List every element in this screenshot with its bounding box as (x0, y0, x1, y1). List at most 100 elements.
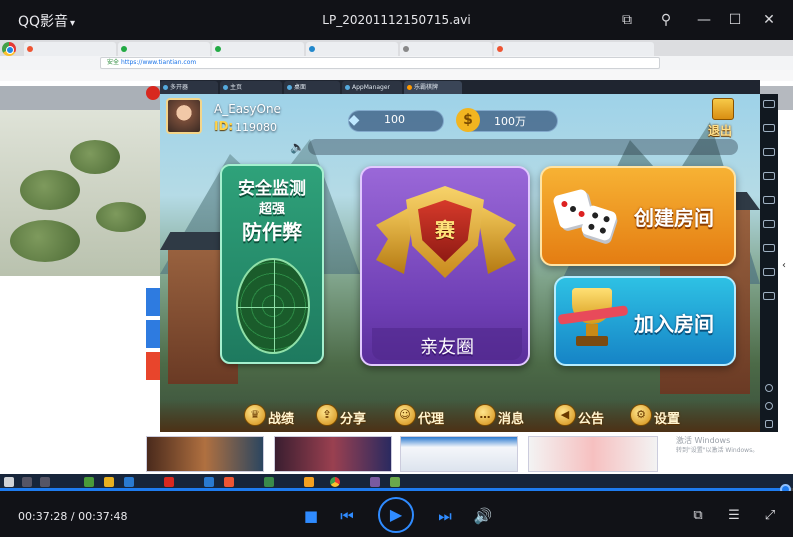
join-room-button[interactable]: 加入房间 (554, 276, 736, 366)
browser-tab[interactable] (24, 42, 116, 56)
stop-button[interactable]: ■ (300, 505, 322, 527)
message-icon: … (474, 404, 496, 426)
create-room-button[interactable]: 创建房间 (540, 166, 736, 266)
exit-button[interactable]: 退出 (708, 98, 738, 138)
radar-icon (236, 258, 310, 354)
close-button[interactable]: ✕ (759, 10, 779, 30)
qq-player-window: QQ影音▾ LP_20201112150715.avi ⧉ ⚲ — ☐ ✕ ‹ … (0, 0, 793, 537)
home-icon[interactable] (765, 402, 773, 410)
taskbar-app-icon[interactable] (84, 477, 94, 487)
emulator-window: 多开器 主页 桌面 AppManager 乐霸棋牌 A_EasyOne ID: … (160, 80, 760, 432)
browser-tab[interactable] (118, 42, 210, 56)
keyboard-icon[interactable] (763, 100, 775, 108)
trophy-base (576, 336, 608, 346)
settings-sliders-icon[interactable]: ☰ (724, 506, 744, 526)
side-button[interactable] (146, 288, 160, 316)
minimize-button[interactable]: — (694, 10, 714, 30)
browser-tab[interactable] (494, 42, 654, 56)
trophy-icon: ♛ (244, 404, 266, 426)
recents-icon[interactable] (765, 420, 773, 428)
taskbar-app-icon[interactable] (104, 477, 114, 487)
back-icon[interactable] (765, 384, 773, 392)
emulator-tab[interactable]: 多开器 (160, 81, 218, 94)
friends-label: 亲友圈 (420, 337, 474, 358)
activate-windows-hint: 转到"设置"以激活 Windows。 (676, 447, 759, 454)
emulator-tab[interactable]: 乐霸棋牌 (404, 81, 462, 94)
task-view-icon[interactable] (40, 477, 50, 487)
side-button[interactable] (146, 320, 160, 348)
maximize-button[interactable]: ☐ (725, 10, 745, 30)
thumbnail[interactable] (400, 436, 518, 472)
match-glyph: 赛 (435, 218, 455, 242)
settings-icon: ⚙ (630, 404, 652, 426)
settings-icon[interactable] (763, 268, 775, 276)
taskbar-app-icon[interactable] (164, 477, 174, 487)
thumbnail[interactable] (146, 436, 264, 472)
location-icon[interactable] (763, 244, 775, 252)
speaker-icon: 🔈 (290, 140, 305, 154)
url-text: https://www.tiantian.com (120, 59, 197, 66)
agent-icon: ☺ (394, 404, 416, 426)
create-room-label: 创建房间 (634, 206, 714, 230)
taskbar-app-icon[interactable] (304, 477, 314, 487)
lotus-painting (0, 110, 160, 276)
friends-circle-button[interactable]: 赛 亲友圈 (360, 166, 530, 366)
anti-cheat-label: 防作弊 (242, 220, 302, 244)
diamond-icon: ◆ (348, 112, 360, 128)
more-icon[interactable] (763, 292, 775, 300)
avatar[interactable] (166, 98, 202, 134)
emulator-sidebar (760, 94, 778, 432)
windows-start-icon[interactable] (4, 477, 14, 487)
screenshot-icon[interactable] (763, 124, 775, 132)
volume-icon[interactable] (763, 172, 775, 180)
url-field[interactable]: 安全 https://www.tiantian.com (100, 57, 660, 69)
browser-tab[interactable] (306, 42, 398, 56)
taskbar-app-icon[interactable] (124, 477, 134, 487)
title-bar: QQ影音 ▾ LP_20201112150715.avi ⧉ ⚲ — ☐ ✕ (0, 0, 793, 40)
search-icon[interactable] (22, 477, 32, 487)
total-time: 00:37:48 (78, 510, 128, 523)
username: A_EasyOne (214, 102, 281, 116)
emulator-tab[interactable]: 桌面 (284, 81, 340, 94)
play-button[interactable]: ▶ (378, 497, 414, 533)
taskbar-app-icon[interactable] (204, 477, 214, 487)
side-button[interactable] (146, 352, 160, 380)
taskbar-app-icon[interactable] (390, 477, 400, 487)
secure-label: 安全 (107, 59, 120, 66)
emulator-tab[interactable]: 主页 (220, 81, 282, 94)
taskbar-app-icon[interactable] (264, 477, 274, 487)
id-label: ID: (214, 119, 234, 133)
screenshot-icon[interactable]: ⧉ (617, 10, 637, 30)
time-display: 00:37:28 / 00:37:48 (18, 510, 128, 523)
pin-icon[interactable]: ⚲ (656, 10, 676, 30)
chevron-left-icon[interactable]: ‹ (782, 260, 786, 271)
browser-tab[interactable] (400, 42, 492, 56)
thumbnail[interactable] (528, 436, 658, 472)
announcement-icon: ◀ (554, 404, 576, 426)
exit-icon (712, 98, 734, 120)
share-icon: ⇪ (316, 404, 338, 426)
shake-icon[interactable] (763, 220, 775, 228)
volume-button[interactable]: 🔊 (472, 505, 494, 527)
fullscreen-icon[interactable] (763, 196, 775, 204)
anti-cheat-subtitle: 超强 (258, 202, 285, 217)
record-icon[interactable] (763, 148, 775, 156)
game-screen: A_EasyOne ID: 119080 ◆ 100 $ 100万 退出 🔈 安… (160, 94, 760, 432)
previous-button[interactable]: ⏮ (336, 505, 358, 527)
emulator-tab[interactable]: AppManager (342, 81, 402, 94)
screenshot-tool-icon[interactable]: ⧉ (688, 506, 708, 526)
announcement-marquee (308, 139, 738, 155)
taskbar-app-icon[interactable] (370, 477, 380, 487)
thumbnail-strip (146, 436, 766, 474)
coin-value: 100万 (494, 115, 526, 128)
weibo-icon[interactable] (146, 86, 160, 100)
id-value: 119080 (235, 121, 277, 134)
current-time: 00:37:28 (18, 510, 68, 523)
next-button[interactable]: ⏭ (434, 505, 456, 527)
thumbnail[interactable] (274, 436, 392, 472)
video-frame[interactable]: ‹ › ↻ ⌂ 安全 https://www.tiantian.com 多开器 … (0, 40, 793, 490)
taskbar-app-icon[interactable] (224, 477, 234, 487)
fullscreen-icon[interactable]: ⤢ (760, 506, 780, 526)
browser-tab[interactable] (212, 42, 304, 56)
chrome-taskbar-icon[interactable] (330, 477, 340, 487)
